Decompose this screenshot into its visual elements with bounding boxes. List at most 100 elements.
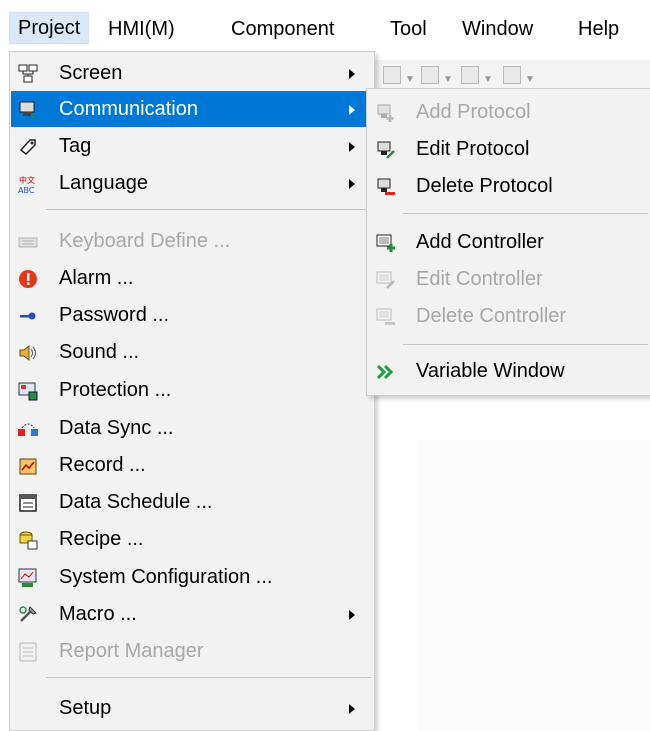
- report-manager-icon: [18, 642, 38, 662]
- menu-item-label: Variable Window: [416, 360, 565, 382]
- menu-item-label: Password ...: [59, 304, 170, 326]
- menu-item-keyboard-define[interactable]: Keyboard Define ...: [11, 223, 373, 259]
- macro-icon: [18, 605, 38, 625]
- screen-icon: [18, 64, 38, 84]
- toolbar-distribute-icon[interactable]: [421, 66, 439, 84]
- add-controller-icon: [376, 233, 396, 253]
- menu-item-delete-controller[interactable]: Delete Controller: [368, 298, 650, 334]
- menu-item-protection[interactable]: Protection ...: [11, 372, 373, 408]
- record-icon: [18, 456, 38, 476]
- menu-separator: [403, 213, 648, 214]
- menu-item-recipe[interactable]: Recipe ...: [11, 521, 373, 557]
- menu-item-data-schedule[interactable]: Data Schedule ...: [11, 484, 373, 520]
- menu-window[interactable]: Window: [460, 14, 535, 44]
- toolbar-grid-icon[interactable]: [461, 66, 479, 84]
- menu-item-setup[interactable]: Setup: [11, 690, 373, 726]
- menu-item-add-protocol[interactable]: Add Protocol: [368, 94, 650, 130]
- chevron-down-icon[interactable]: ▼: [405, 74, 415, 85]
- menu-item-label: Record ...: [59, 454, 146, 476]
- edit-controller-icon: [376, 270, 396, 290]
- delete-protocol-icon: [376, 177, 396, 197]
- menu-item-delete-protocol[interactable]: Delete Protocol: [368, 168, 650, 204]
- svg-text:中文: 中文: [19, 175, 35, 185]
- menu-item-password[interactable]: Password ...: [11, 297, 373, 333]
- menu-item-label: Setup: [59, 697, 112, 719]
- chevron-right-icon: [349, 142, 355, 152]
- chevron-down-icon[interactable]: ▼: [443, 74, 453, 85]
- menu-item-label: Add Protocol: [416, 101, 531, 123]
- chevron-right-icon: [349, 105, 355, 115]
- language-icon: 中文 ABC: [18, 174, 38, 195]
- menu-item-label: Add Controller: [416, 231, 544, 253]
- menu-item-label: Delete Controller: [416, 305, 567, 327]
- menu-item-label: Delete Protocol: [416, 175, 553, 197]
- toolbar-fragment: ▼ ▼ ▼ ▼: [375, 60, 650, 90]
- chevron-right-icon: [349, 704, 355, 714]
- menu-separator: [403, 344, 648, 345]
- menu-hmi[interactable]: HMI(M): [106, 14, 177, 44]
- menu-item-language[interactable]: 中文 ABC Language: [11, 165, 373, 201]
- menu-item-tag[interactable]: Tag: [11, 128, 373, 164]
- menu-item-system-configuration[interactable]: System Configuration ...: [11, 559, 373, 595]
- menu-item-edit-controller[interactable]: Edit Controller: [368, 261, 650, 297]
- key-icon: [18, 306, 38, 326]
- menu-item-communication[interactable]: Communication: [11, 91, 373, 127]
- chevron-down-icon[interactable]: ▼: [483, 74, 493, 85]
- menu-separator: [46, 677, 371, 678]
- menu-item-label: Keyboard Define ...: [59, 230, 231, 252]
- menu-item-variable-window[interactable]: Variable Window: [368, 353, 650, 389]
- menu-component[interactable]: Component: [229, 14, 336, 44]
- menu-item-report-manager[interactable]: Report Manager: [11, 633, 373, 669]
- menu-item-edit-protocol[interactable]: Edit Protocol: [368, 131, 650, 167]
- menu-item-sound[interactable]: Sound ...: [11, 334, 373, 370]
- chevron-right-icon: [349, 69, 355, 79]
- chevron-right-icon: [349, 610, 355, 620]
- menu-item-alarm[interactable]: Alarm ...: [11, 260, 373, 296]
- project-menu: Screen Communication Tag 中文 ABC Language …: [9, 51, 375, 731]
- menu-item-label: Recipe ...: [59, 528, 144, 550]
- menu-item-label: Report Manager: [59, 640, 204, 662]
- keyboard-icon: [18, 232, 38, 252]
- menu-item-screen[interactable]: Screen: [11, 55, 373, 91]
- menu-separator: [46, 209, 371, 210]
- menu-tool[interactable]: Tool: [388, 14, 429, 44]
- menu-item-label: Language: [59, 172, 148, 194]
- menu-item-macro[interactable]: Macro ...: [11, 596, 373, 632]
- menu-item-label: Edit Controller: [416, 268, 543, 290]
- toolbar-layer-icon[interactable]: [503, 66, 521, 84]
- recipe-icon: [18, 530, 38, 550]
- menu-item-label: Screen: [59, 62, 123, 84]
- system-configuration-icon: [18, 568, 38, 588]
- chevron-right-icon: [349, 179, 355, 189]
- svg-text:ABC: ABC: [18, 186, 35, 194]
- menu-item-label: Alarm ...: [59, 267, 134, 289]
- menu-item-label: Data Sync ...: [59, 417, 174, 439]
- menu-project[interactable]: Project: [9, 12, 90, 44]
- communication-icon: [18, 100, 38, 120]
- double-chevron-icon: [376, 362, 396, 382]
- data-sync-icon: [18, 419, 38, 439]
- canvas-area: [418, 440, 650, 731]
- tag-icon: [18, 137, 38, 157]
- communication-submenu: Add Protocol Edit Protocol Delete Protoc…: [366, 88, 650, 396]
- add-protocol-icon: [376, 103, 396, 123]
- menu-item-label: Data Schedule ...: [59, 491, 213, 513]
- menu-item-label: Sound ...: [59, 341, 140, 363]
- protection-icon: [18, 381, 38, 401]
- data-schedule-icon: [18, 493, 38, 513]
- menu-help[interactable]: Help: [576, 14, 621, 44]
- menu-item-label: Edit Protocol: [416, 138, 530, 160]
- toolbar-align-icon[interactable]: [383, 66, 401, 84]
- menu-item-record[interactable]: Record ...: [11, 447, 373, 483]
- menu-item-data-sync[interactable]: Data Sync ...: [11, 410, 373, 446]
- alarm-icon: [18, 269, 38, 289]
- menu-item-label: System Configuration ...: [59, 566, 273, 588]
- menu-bar: Project HMI(M) Component Tool Window Hel…: [0, 0, 650, 50]
- menu-item-label: Protection ...: [59, 379, 172, 401]
- chevron-down-icon[interactable]: ▼: [525, 74, 535, 85]
- menu-item-label: Communication: [59, 98, 198, 120]
- sound-icon: [18, 343, 38, 363]
- edit-protocol-icon: [376, 140, 396, 160]
- menu-item-label: Macro ...: [59, 603, 137, 625]
- menu-item-add-controller[interactable]: Add Controller: [368, 224, 650, 260]
